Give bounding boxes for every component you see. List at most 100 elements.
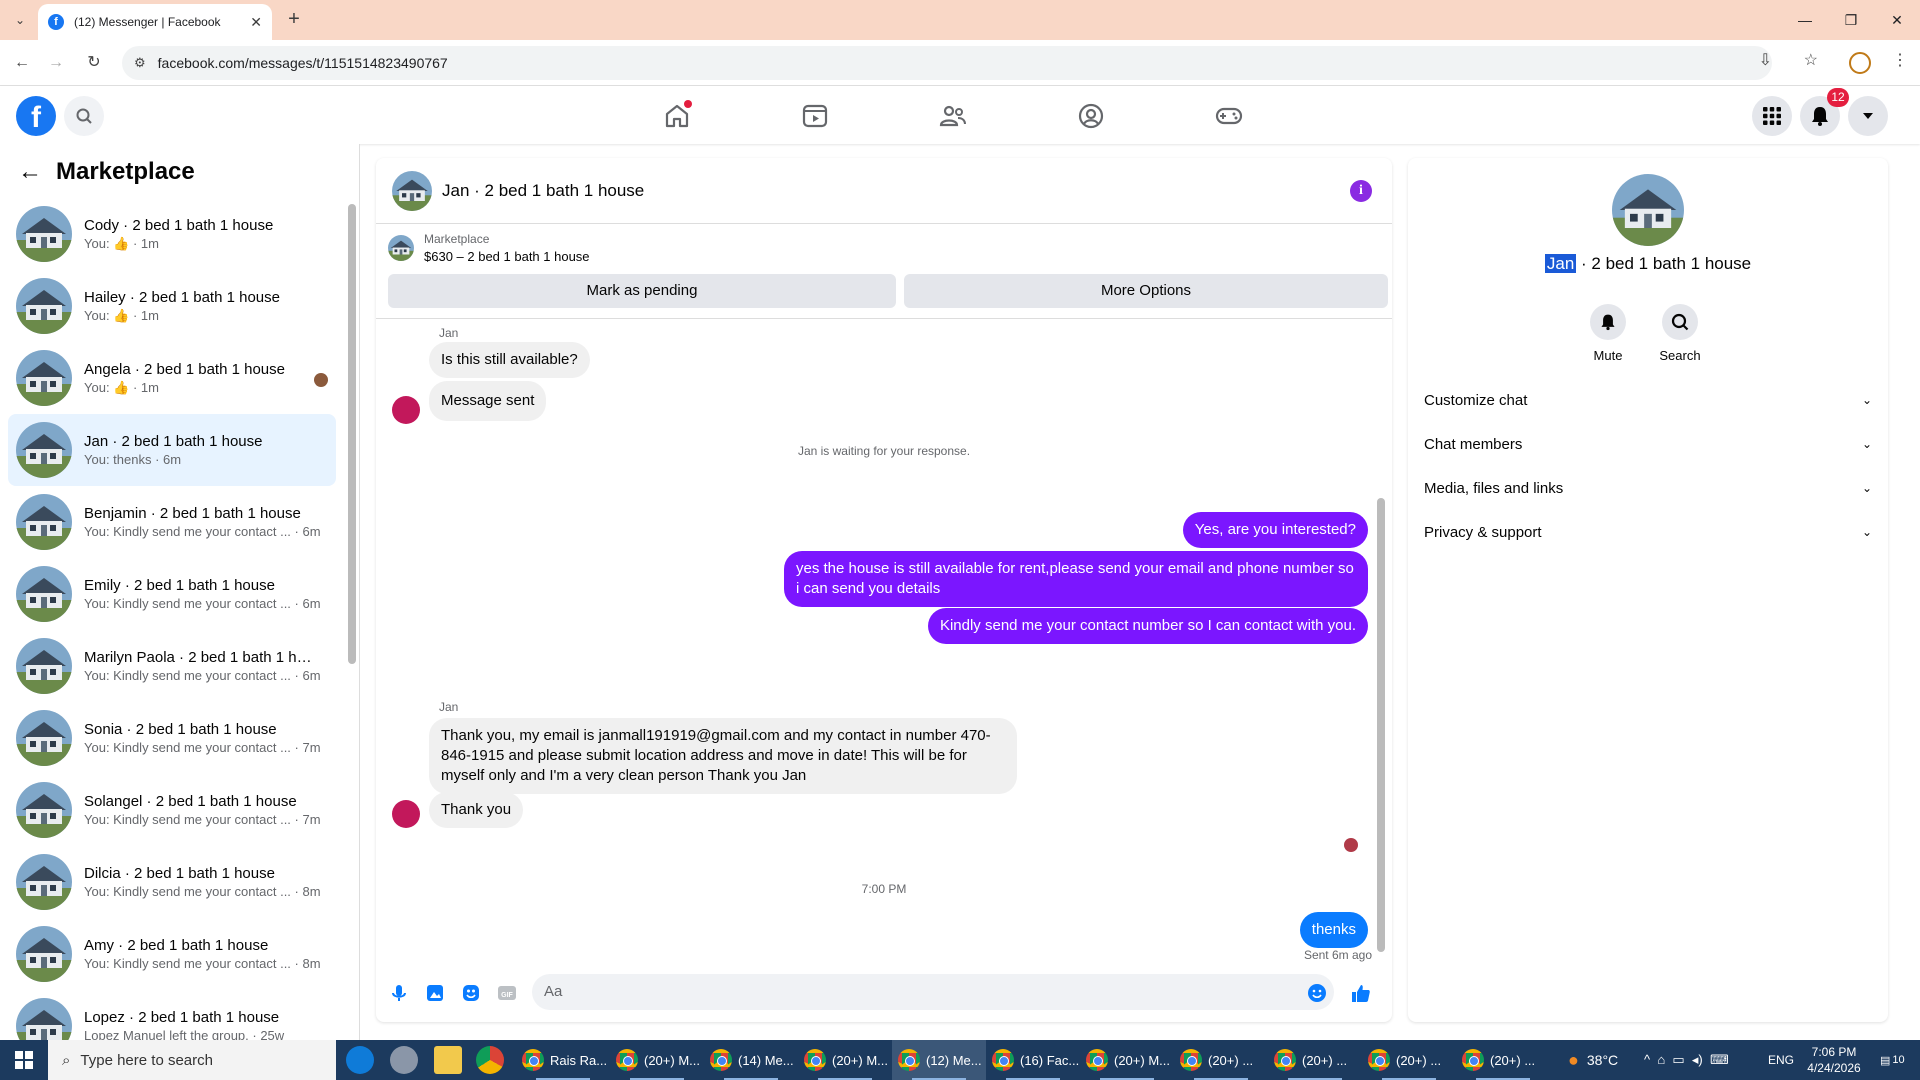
clock[interactable]: 7:06 PM 4/24/2026 [1794, 1044, 1874, 1076]
reload-icon[interactable]: ↻ [82, 51, 106, 75]
video-icon[interactable] [799, 100, 831, 132]
conversation-item[interactable]: Emily · 2 bed 1 bath 1 house You: Kindly … [8, 558, 336, 630]
conversation-item[interactable]: Marilyn Paola · 2 bed 1 bath 1 ho... You:… [8, 630, 336, 702]
incoming-message[interactable]: Thank you [429, 792, 524, 828]
contact-avatar[interactable] [392, 396, 420, 424]
conversation-item[interactable]: Dilcia · 2 bed 1 bath 1 house You: Kindly… [8, 846, 336, 918]
sticker-icon[interactable] [460, 982, 482, 1004]
browser-tab[interactable]: f (12) Messenger | Facebook ✕ [38, 4, 272, 40]
emoji-icon[interactable] [1306, 982, 1328, 1004]
photo-icon[interactable] [424, 982, 446, 1004]
mute-button[interactable]: Mute [1578, 304, 1638, 363]
chrome-icon[interactable] [476, 1046, 504, 1074]
search-conversation-button[interactable]: Search [1650, 304, 1710, 363]
conversation-preview: You: 👍 · 1m [84, 380, 324, 396]
conversation-item[interactable]: Sonia · 2 bed 1 bath 1 house You: Kindly … [8, 702, 336, 774]
url-field[interactable]: ⚙ facebook.com/messages/t/11515148234907… [122, 46, 1772, 80]
facebook-search-button[interactable] [64, 96, 104, 136]
profile-icon[interactable] [1075, 100, 1107, 132]
conversation-item[interactable]: Cody · 2 bed 1 bath 1 house You: 👍 · 1m [8, 198, 336, 270]
chat-scrollbar[interactable] [1377, 498, 1385, 952]
install-app-icon[interactable]: ⇩ [1759, 50, 1772, 70]
conversation-item[interactable]: Amy · 2 bed 1 bath 1 house You: Kindly se… [8, 918, 336, 990]
file-explorer-icon[interactable] [434, 1046, 462, 1074]
account-button[interactable] [1848, 96, 1888, 136]
listing-thumbnail [388, 235, 414, 261]
mark-as-pending-button[interactable]: Mark as pending [388, 274, 896, 308]
restore-icon[interactable]: ❐ [1828, 0, 1874, 40]
taskbar-app-button[interactable]: (20+) ... [1362, 1040, 1456, 1080]
bookmark-star-icon[interactable]: ☆ [1804, 50, 1818, 70]
back-icon[interactable]: ← [10, 51, 34, 75]
edge-icon[interactable] [346, 1046, 374, 1074]
media-files-links-row[interactable]: Media, files and links ⌄ [1424, 468, 1872, 508]
privacy-support-row[interactable]: Privacy & support ⌄ [1424, 512, 1872, 552]
language-indicator[interactable]: ENG [1768, 1040, 1794, 1080]
new-tab-button[interactable]: + [282, 8, 306, 32]
chat-avatar[interactable] [392, 171, 432, 211]
menu-grid-button[interactable] [1752, 96, 1792, 136]
conversation-item[interactable]: Jan · 2 bed 1 bath 1 house You: thenks · … [8, 414, 336, 486]
conversation-avatar [16, 206, 72, 262]
taskbar-app-button[interactable]: (20+) M... [798, 1040, 892, 1080]
incoming-message[interactable]: Message sent [429, 381, 547, 421]
taskbar-app-button[interactable]: (20+) ... [1268, 1040, 1362, 1080]
taskbar-app-button[interactable]: (14) Me... [704, 1040, 798, 1080]
conversation-item[interactable]: Lopez · 2 bed 1 bath 1 house Lopez Manuel… [8, 990, 336, 1040]
outgoing-message[interactable]: Kindly send me your contact number so I … [927, 608, 1368, 644]
taskbar-app-button[interactable]: (20+) M... [610, 1040, 704, 1080]
site-settings-icon[interactable]: ⚙ [134, 55, 146, 71]
notification-center[interactable]: ▤ 10 [1880, 1040, 1905, 1080]
minimize-icon[interactable]: — [1782, 0, 1828, 40]
browser-menu-icon[interactable]: ⋮ [1892, 50, 1908, 70]
gif-icon[interactable]: GIF [496, 982, 518, 1004]
taskbar-app-button[interactable]: Rais Ra... [516, 1040, 610, 1080]
forward-icon[interactable]: → [44, 51, 68, 75]
conversation-avatar [16, 422, 72, 478]
weather-widget[interactable]: ● 38°C [1568, 1040, 1618, 1080]
chat-title[interactable]: Jan · 2 bed 1 bath 1 house [442, 181, 644, 201]
taskbar-app-button[interactable]: (16) Fac... [986, 1040, 1080, 1080]
outgoing-message[interactable]: thenks [1299, 912, 1368, 948]
taskbar-app-button[interactable]: (20+) ... [1174, 1040, 1268, 1080]
conversation-item[interactable]: Hailey · 2 bed 1 bath 1 house You: 👍 · 1m [8, 270, 336, 342]
listing-summary[interactable]: Marketplace $630 – 2 bed 1 bath 1 house [388, 232, 590, 264]
microphone-icon[interactable] [388, 982, 410, 1004]
app-icon[interactable] [390, 1046, 418, 1074]
conversation-avatar [16, 350, 72, 406]
incoming-message[interactable]: Is this still available? [429, 342, 590, 378]
contact-large-avatar[interactable] [1612, 174, 1684, 246]
conversation-item[interactable]: Angela · 2 bed 1 bath 1 house You: 👍 · 1m [8, 342, 336, 414]
sender-name: Jan [439, 700, 459, 714]
more-options-button[interactable]: More Options [904, 274, 1388, 308]
friends-icon[interactable] [937, 100, 969, 132]
message-input[interactable]: Aa [532, 974, 1334, 1010]
outgoing-message[interactable]: yes the house is still available for ren… [784, 551, 1368, 607]
start-button[interactable] [0, 1040, 48, 1080]
gaming-icon[interactable] [1213, 100, 1245, 132]
taskbar-app-button[interactable]: (20+) ... [1456, 1040, 1550, 1080]
contact-avatar[interactable] [392, 800, 420, 828]
facebook-logo-icon[interactable]: f [16, 96, 56, 136]
search-icon [76, 108, 92, 124]
conversation-item[interactable]: Benjamin · 2 bed 1 bath 1 house You: Kind… [8, 486, 336, 558]
customize-chat-row[interactable]: Customize chat ⌄ [1424, 380, 1872, 420]
seen-avatar [314, 373, 328, 387]
close-tab-icon[interactable]: ✕ [250, 14, 262, 31]
browser-profile-icon[interactable] [1849, 52, 1871, 74]
back-arrow-icon[interactable]: ← [18, 158, 42, 186]
conversation-name: Lopez · 2 bed 1 bath 1 house [84, 1009, 280, 1026]
conversation-item[interactable]: Solangel · 2 bed 1 bath 1 house You: Kind… [8, 774, 336, 846]
tab-search-dropdown[interactable]: ⌄ [8, 10, 32, 30]
thumbs-up-icon[interactable] [1350, 982, 1372, 1004]
outgoing-message[interactable]: Yes, are you interested? [1182, 512, 1368, 548]
incoming-message[interactable]: Thank you, my email is janmall191919@gma… [429, 718, 1017, 794]
taskbar-search[interactable]: ⌕ Type here to search [48, 1040, 336, 1080]
taskbar-app-button[interactable]: (20+) M... [1080, 1040, 1174, 1080]
sidebar-scrollbar[interactable] [348, 204, 356, 664]
system-tray-icons[interactable]: ^ ⌂ ▭ ◂) ⌨ [1644, 1040, 1729, 1080]
close-window-icon[interactable]: ✕ [1874, 0, 1920, 40]
taskbar-app-button[interactable]: (12) Me... [892, 1040, 986, 1080]
info-icon[interactable]: i [1350, 180, 1372, 202]
chat-members-row[interactable]: Chat members ⌄ [1424, 424, 1872, 464]
